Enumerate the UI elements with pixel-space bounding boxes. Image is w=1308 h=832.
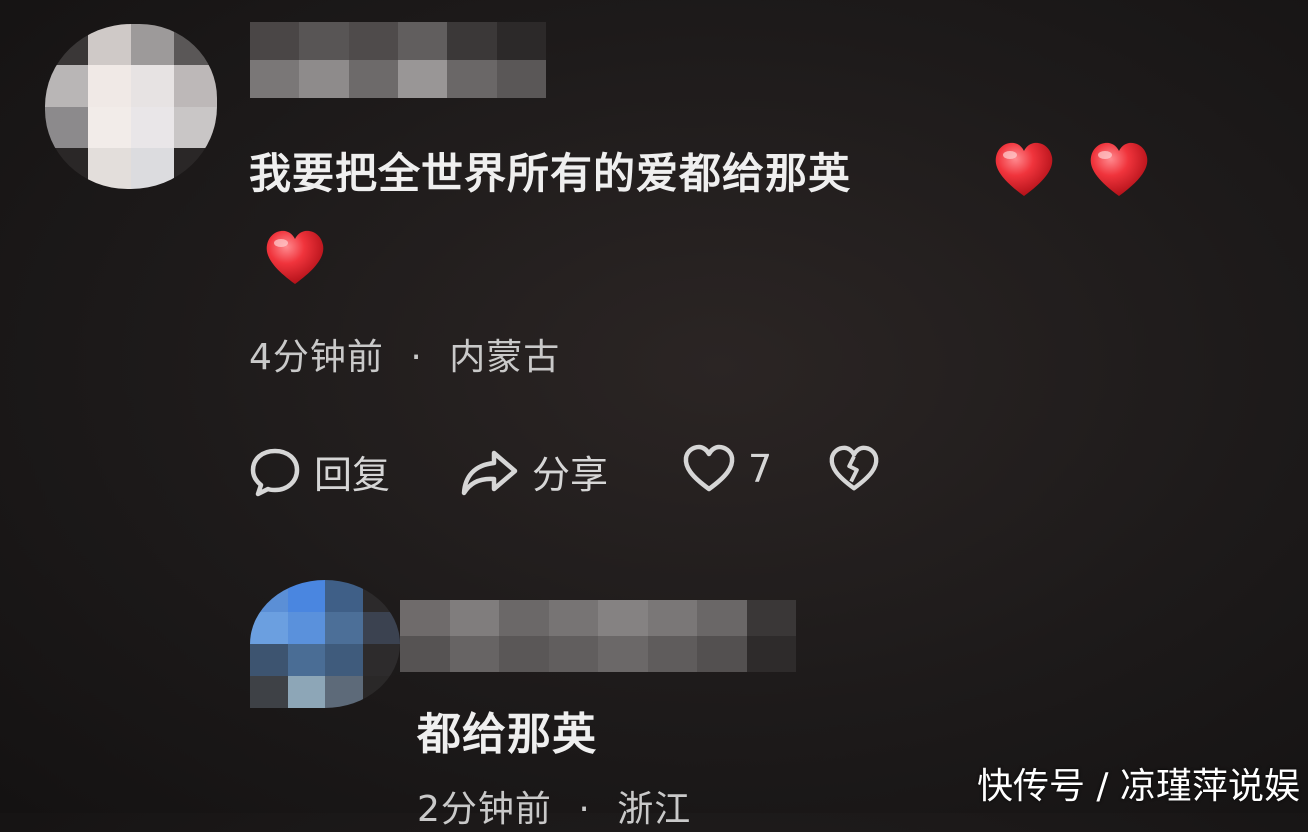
red-heart-emoji-3 (266, 230, 324, 284)
heart-outline-icon (683, 444, 735, 492)
reply-time: 2分钟前 (417, 789, 552, 830)
dislike-button[interactable] (828, 444, 880, 494)
comment-text: 我要把全世界所有的爱都给那英 (249, 149, 852, 198)
comment-time: 4分钟前 (249, 337, 384, 378)
username-blurred[interactable] (250, 22, 546, 98)
reply-text: 都给那英 (417, 709, 597, 760)
reply-meta-separator: · (578, 789, 591, 830)
reply-avatar[interactable] (250, 580, 400, 708)
comment-meta: 4分钟前 · 内蒙古 (249, 328, 560, 380)
reply-meta: 2分钟前 · 浙江 (417, 780, 691, 832)
meta-separator: · (410, 337, 423, 378)
comment-location: 内蒙古 (449, 337, 561, 378)
comment-bubble-icon (250, 448, 300, 496)
broken-heart-icon (829, 445, 879, 491)
avatar[interactable] (45, 24, 217, 189)
reply-button[interactable]: 回复 (248, 444, 390, 499)
like-button[interactable]: 7 (682, 444, 772, 494)
watermark: 快传号 / 凉瑾萍说娱 (976, 766, 1300, 807)
reply-location: 浙江 (617, 789, 692, 830)
red-heart-emoji-1 (995, 142, 1053, 196)
share-button[interactable]: 分享 (460, 444, 608, 499)
red-heart-emoji-2 (1090, 142, 1148, 196)
like-count: 7 (748, 447, 773, 491)
reply-username-blurred[interactable] (400, 600, 796, 672)
share-label: 分享 (532, 453, 609, 497)
reply-label: 回复 (314, 453, 391, 497)
share-arrow-icon (461, 450, 518, 495)
